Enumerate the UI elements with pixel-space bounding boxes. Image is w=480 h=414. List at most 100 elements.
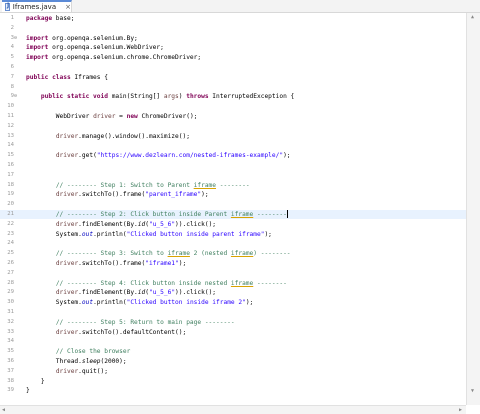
code-text: public static void main(String[] args) t… <box>40 93 295 101</box>
line-number: 19 <box>7 191 14 198</box>
code-line[interactable]: 11 WebDriver driver = new ChromeDriver()… <box>0 112 466 121</box>
code-line[interactable]: 15 driver.get("https://www.dezlearn.com/… <box>0 151 466 160</box>
line-number: 35 <box>7 348 14 355</box>
code-text: package base; <box>26 15 75 22</box>
code-line[interactable]: 10 <box>0 102 466 111</box>
code-line[interactable]: 13 driver.manage().window().maximize(); <box>0 132 466 141</box>
line-number: 18 <box>7 181 14 188</box>
code-text: } <box>26 377 45 385</box>
code-line[interactable]: 28 // -------- Step 4: Click button insi… <box>0 279 466 288</box>
code-line[interactable]: 6 <box>0 63 466 72</box>
code-line[interactable]: 24 <box>0 239 466 248</box>
code-line[interactable]: 18 // -------- Step 1: Switch to Parent … <box>0 181 466 190</box>
scroll-left-icon[interactable]: ◀ <box>2 407 5 413</box>
code-line[interactable]: 23 System.out.println("Clicked button in… <box>0 230 466 239</box>
scroll-right-icon[interactable]: ▶ <box>459 407 462 413</box>
code-line[interactable]: 36 Thread.sleep(2000); <box>0 357 466 366</box>
code-text: System.out.println("Clicked button insid… <box>26 299 254 307</box>
line-number: 30 <box>7 299 14 306</box>
tab-title: Iframes.java <box>12 3 57 11</box>
line-number: 22 <box>7 220 14 227</box>
code-text: import org.openqa.selenium.By; <box>26 34 138 42</box>
line-number: 28 <box>7 279 14 286</box>
line-number: 36 <box>7 358 14 364</box>
close-icon[interactable]: × <box>65 3 71 11</box>
code-line[interactable]: 4 import org.openqa.selenium.WebDriver; <box>0 43 466 52</box>
line-number: 11 <box>7 113 14 119</box>
code-line[interactable]: 32 // -------- Step 5: Return to main pa… <box>0 318 466 327</box>
code-text: driver.quit(); <box>55 367 108 375</box>
line-number: 3 <box>10 34 14 41</box>
code-line[interactable]: 20 <box>0 200 466 209</box>
code-line[interactable]: 7 public class Iframes { <box>0 73 466 82</box>
code-line[interactable]: 14 <box>0 141 466 150</box>
line-number: 7 <box>10 73 14 80</box>
code-line[interactable]: 31 <box>0 308 466 317</box>
code-line[interactable]: 1 package base; <box>0 14 466 23</box>
line-number: 32 <box>7 318 14 325</box>
code-text: // -------- Step 4: Click button inside … <box>55 279 287 287</box>
code-line[interactable]: 16 <box>0 161 466 170</box>
line-number: 17 <box>7 171 14 178</box>
vertical-scrollbar[interactable]: ▲ ▼ <box>466 13 480 405</box>
line-number: 20 <box>7 201 14 208</box>
scroll-down-icon[interactable]: ▼ <box>471 388 474 394</box>
code-line[interactable]: 3 ⊖ import org.openqa.selenium.By; <box>0 34 466 43</box>
code-line[interactable]: 2 <box>0 24 466 33</box>
code-text: // -------- Step 3: Switch to iframe 2 (… <box>55 250 291 258</box>
line-number: 34 <box>7 338 14 345</box>
fold-toggle-icon[interactable]: ⊖ <box>14 92 20 101</box>
line-number: 13 <box>7 132 14 139</box>
line-number: 15 <box>7 152 14 159</box>
code-text: WebDriver driver = new ChromeDriver(); <box>26 113 198 120</box>
code-line[interactable]: 8 <box>0 83 466 92</box>
code-text: driver.switchTo().frame("parent_iframe")… <box>55 191 209 199</box>
line-number: 8 <box>10 83 14 90</box>
code-line[interactable]: 27 <box>0 269 466 278</box>
code-text: driver.switchTo().defaultContent(); <box>55 328 187 336</box>
horizontal-scrollbar[interactable]: ◀ ▶ <box>0 405 466 414</box>
code-line[interactable]: 33 driver.switchTo().defaultContent(); <box>0 328 466 337</box>
code-line[interactable]: 5 import org.openqa.selenium.chrome.Chrom… <box>0 53 466 62</box>
editor-tab-bar: Iframes.java × <box>0 0 480 13</box>
code-text: public class Iframes { <box>26 73 108 81</box>
code-line[interactable]: 17 <box>0 171 466 180</box>
line-number: 2 <box>10 24 14 31</box>
line-number: 27 <box>7 269 14 276</box>
code-line[interactable]: 30 System.out.println("Clicked button in… <box>0 298 466 307</box>
code-line[interactable]: 22 driver.findElement(By.id("u_5_6")).cl… <box>0 220 466 229</box>
code-line[interactable]: 25 // -------- Step 3: Switch to iframe … <box>0 249 466 258</box>
line-number: 4 <box>10 44 14 51</box>
code-text: import org.openqa.selenium.chrome.Chrome… <box>26 54 202 62</box>
code-text: driver.findElement(By.id("u_5_6")).click… <box>55 220 217 228</box>
code-line[interactable]: 29 driver.findElement(By.id("u_5_6")).cl… <box>0 288 466 297</box>
line-number: 10 <box>7 103 14 110</box>
code-line[interactable]: 12 <box>0 122 466 131</box>
tab-iframes-java[interactable]: Iframes.java × <box>2 0 72 12</box>
line-number: 6 <box>10 64 14 70</box>
code-line[interactable]: 34 <box>0 337 466 346</box>
code-text: driver.manage().window().maximize(); <box>55 132 190 140</box>
java-file-icon <box>5 2 10 11</box>
code-editor[interactable]: 1 package base; 2 3 ⊖ import org.openqa.selen… <box>0 13 466 405</box>
code-text: Thread.sleep(2000); <box>26 358 127 365</box>
line-number: 37 <box>7 367 14 374</box>
code-text: import org.openqa.selenium.WebDriver; <box>26 44 164 52</box>
code-line[interactable]: 26 driver.switchTo().frame("iframe1"); <box>0 259 466 268</box>
code-line[interactable]: 35 // Close the browser <box>0 347 466 356</box>
line-number: 14 <box>7 142 14 149</box>
scroll-up-icon[interactable]: ▲ <box>471 14 474 20</box>
code-line[interactable]: 21 // -------- Step 2: Click button insi… <box>0 210 466 219</box>
code-line[interactable]: 38 } <box>0 377 466 386</box>
code-line[interactable]: 9 ⊖ public static void main(String[] args… <box>0 92 466 101</box>
code-line[interactable]: 37 driver.quit(); <box>0 367 466 376</box>
code-text: // -------- Step 1: Switch to Parent ifr… <box>55 181 250 189</box>
fold-toggle-icon[interactable]: ⊖ <box>14 34 20 43</box>
code-text: driver.findElement(By.id("u_5_6")).click… <box>55 289 217 297</box>
code-line[interactable]: 39} <box>0 386 466 395</box>
code-text: // Close the browser <box>55 348 131 356</box>
line-number: 25 <box>7 250 14 257</box>
line-number: 31 <box>7 309 14 315</box>
code-text: driver.get("https://www.dezlearn.com/nes… <box>55 152 291 160</box>
code-line[interactable]: 19 driver.switchTo().frame("parent_ifram… <box>0 190 466 199</box>
